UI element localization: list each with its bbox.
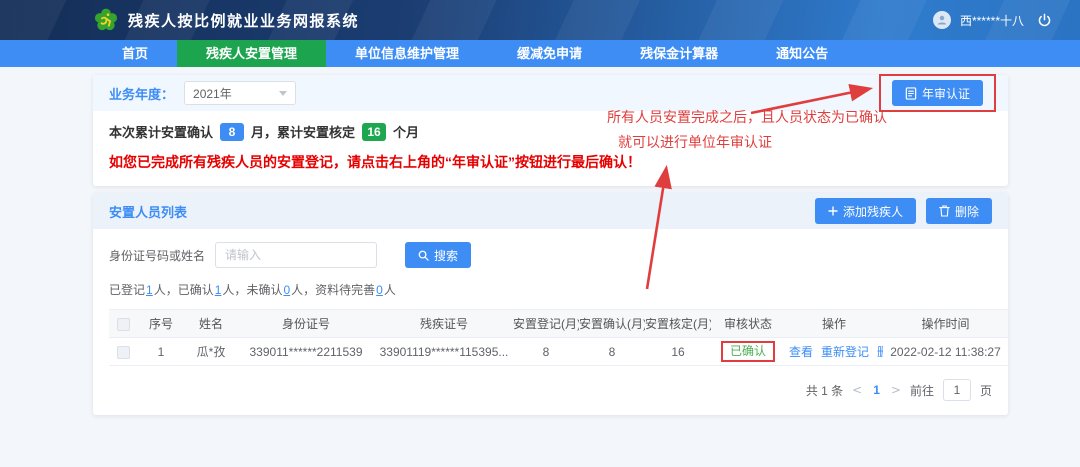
nav-item-unit-info[interactable]: 单位信息维护管理 xyxy=(326,40,488,67)
add-disabled-person-button[interactable]: 添加残疾人 xyxy=(815,198,916,224)
pagination: 共 1 条 < 1 > 前往 页 xyxy=(109,379,992,401)
cell-id-number: 339011******2211539 xyxy=(237,338,375,366)
delete-button[interactable]: 删除 xyxy=(926,198,992,224)
prev-page-icon[interactable]: < xyxy=(852,383,862,397)
nav-item-deferral-apply[interactable]: 缓减免申请 xyxy=(488,40,611,67)
next-page-icon[interactable]: > xyxy=(891,383,901,397)
stat-incomplete-count[interactable]: 0 xyxy=(376,283,383,297)
pagination-total: 共 1 条 xyxy=(806,382,843,399)
search-icon xyxy=(418,250,429,261)
col-seq: 序号 xyxy=(137,310,185,338)
year-label: 业务年度： xyxy=(109,84,174,103)
registration-stats: 已登记1人，已确认1人，未确认0人，资料待完善0人 xyxy=(109,281,992,298)
col-cert-number: 残疾证号 xyxy=(375,310,513,338)
table-header-row: 序号 姓名 身份证号 残疾证号 安置登记(月) 安置确认(月) 安置核定(月) … xyxy=(109,310,1008,338)
page-number-1[interactable]: 1 xyxy=(871,383,882,397)
personnel-table: 序号 姓名 身份证号 残疾证号 安置登记(月) 安置确认(月) 安置核定(月) … xyxy=(109,309,1008,366)
trash-icon xyxy=(939,205,950,217)
user-avatar xyxy=(933,11,951,29)
chevron-down-icon xyxy=(279,91,287,96)
year-select-value: 2021年 xyxy=(193,85,232,102)
view-link[interactable]: 查看 xyxy=(789,345,813,359)
stat-unconfirmed-count[interactable]: 0 xyxy=(283,283,290,297)
personnel-list-title: 安置人员列表 xyxy=(109,202,187,221)
stat-registered-count[interactable]: 1 xyxy=(146,283,153,297)
annotation-line-2: 就可以进行单位年审认证 xyxy=(618,132,772,152)
business-year-panel: 业务年度： 2021年 年审认证 本次累计安置确认 8 月，累计安置核定 xyxy=(93,75,1008,186)
col-audit-status: 审核状态 xyxy=(711,310,785,338)
cell-cert-number: 33901119******115395... xyxy=(375,338,513,366)
summary-prefix: 本次累计安置确认 xyxy=(109,122,213,141)
annotation-highlight-box: 年审认证 xyxy=(879,74,996,112)
search-label: 身份证号码或姓名 xyxy=(109,247,205,264)
app-header: 残疾人按比例就业业务网报系统 西******十八 xyxy=(0,0,1080,40)
search-input[interactable] xyxy=(215,242,377,268)
cell-confirm-months: 8 xyxy=(579,338,645,366)
col-approved-months: 安置核定(月) xyxy=(645,310,711,338)
app-logo-icon xyxy=(93,7,119,33)
select-all-checkbox[interactable] xyxy=(117,318,130,331)
nav-item-fund-calculator[interactable]: 残保金计算器 xyxy=(611,40,747,67)
stat-unconfirmed-label: 未确认 xyxy=(246,283,282,297)
cell-seq: 1 xyxy=(137,338,185,366)
approved-months-badge: 16 xyxy=(362,123,386,141)
row-checkbox[interactable] xyxy=(117,346,130,359)
col-reg-months: 安置登记(月) xyxy=(513,310,579,338)
plus-icon xyxy=(828,206,838,216)
col-name: 姓名 xyxy=(185,310,237,338)
nav-item-home[interactable]: 首页 xyxy=(93,40,177,67)
col-id-number: 身份证号 xyxy=(237,310,375,338)
logout-power-icon[interactable] xyxy=(1037,13,1052,28)
document-icon xyxy=(905,87,917,100)
main-nav: 首页 残疾人安置管理 单位信息维护管理 缓减免申请 残保金计算器 通知公告 xyxy=(0,40,1080,67)
year-select-row: 业务年度： 2021年 年审认证 xyxy=(93,75,1008,111)
cell-op-time: 2022-02-12 11:38:27 xyxy=(883,338,1008,366)
cell-approved-months: 16 xyxy=(645,338,711,366)
summary-suffix: 个月 xyxy=(393,122,419,141)
stat-registered-label: 已登记 xyxy=(109,283,145,297)
delete-row-link[interactable]: 删除 xyxy=(877,345,883,359)
goto-label: 前往 xyxy=(910,382,934,399)
person-icon xyxy=(936,14,948,26)
cell-reg-months: 8 xyxy=(513,338,579,366)
stat-incomplete-label: 资料待完善 xyxy=(315,283,375,297)
username-text[interactable]: 西******十八 xyxy=(960,12,1024,29)
stat-confirmed-label: 已确认 xyxy=(178,283,214,297)
confirmed-months-badge: 8 xyxy=(220,123,244,141)
table-row: 1 瓜*孜 339011******2211539 33901119******… xyxy=(109,338,1008,366)
reregister-link[interactable]: 重新登记 xyxy=(821,345,869,359)
personnel-list-header: 安置人员列表 添加残疾人 删除 xyxy=(93,193,1008,229)
col-op-time: 操作时间 xyxy=(883,310,1008,338)
stat-confirmed-count[interactable]: 1 xyxy=(215,283,222,297)
col-operations: 操作 xyxy=(785,310,883,338)
nav-item-notices[interactable]: 通知公告 xyxy=(747,40,857,67)
cell-name: 瓜*孜 xyxy=(185,338,237,366)
year-select[interactable]: 2021年 xyxy=(184,81,296,105)
goto-page-input[interactable] xyxy=(943,379,971,401)
final-confirm-warning: 如您已完成所有残疾人员的安置登记，请点击右上角的“年审认证”按钮进行最后确认！ xyxy=(109,152,992,172)
col-confirm-months: 安置确认(月) xyxy=(579,310,645,338)
search-button[interactable]: 搜索 xyxy=(405,242,471,268)
goto-unit: 页 xyxy=(980,382,992,399)
status-badge-confirmed: 已确认 xyxy=(721,341,775,362)
personnel-list-panel: 安置人员列表 添加残疾人 删除 身份证号码或姓名 xyxy=(93,193,1008,415)
annotation-line-1: 所有人员安置完成之后，且人员状态为已确认 xyxy=(607,107,887,127)
summary-mid: 月，累计安置核定 xyxy=(251,122,355,141)
annual-cert-button[interactable]: 年审认证 xyxy=(892,80,983,106)
nav-item-placement-mgmt[interactable]: 残疾人安置管理 xyxy=(177,40,326,67)
page-title: 残疾人按比例就业业务网报系统 xyxy=(128,10,359,31)
